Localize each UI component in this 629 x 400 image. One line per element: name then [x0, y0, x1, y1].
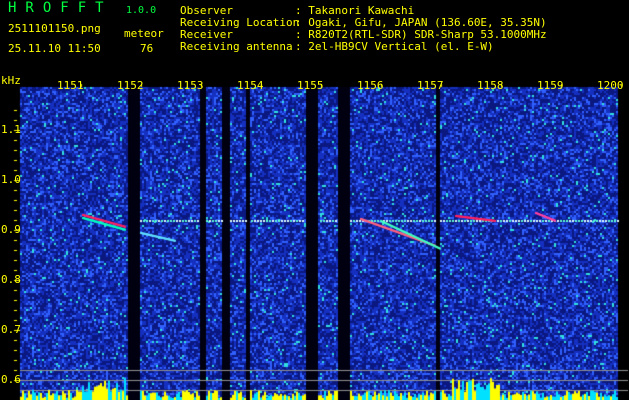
y-tick-label: 0.9 — [1, 223, 21, 236]
y-tick-label: 1.1 — [1, 123, 21, 136]
x-tick-label: 1200 — [597, 79, 624, 92]
meteor-label: meteor — [124, 27, 164, 40]
x-tick-label: 1153 — [177, 79, 204, 92]
y-tick-label: 0.6 — [1, 373, 21, 386]
x-tick-label: 1155 — [297, 79, 324, 92]
y-tick-label: 1.0 — [1, 173, 21, 186]
x-tick-label: 1152 — [117, 79, 144, 92]
info-value: 2el-HB9CV Vertical (el. E-W) — [308, 40, 494, 53]
app-version: 1.0.0 — [126, 5, 157, 16]
spectrogram — [0, 0, 629, 400]
x-tick-label: 1154 — [237, 79, 264, 92]
info-value-row: : 2el-HB9CV Vertical (el. E-W) — [295, 40, 494, 53]
datetime: 25.11.10 11:50 — [8, 42, 101, 55]
y-axis-label: kHz — [1, 74, 21, 87]
y-tick-label: 0.7 — [1, 323, 21, 336]
info-label: Receiving antenna — [180, 40, 293, 53]
x-tick-label: 1159 — [537, 79, 564, 92]
x-tick-label: 1156 — [357, 79, 384, 92]
file-name: 2511101150.png — [8, 22, 101, 35]
meteor-count: 76 — [140, 42, 154, 55]
x-tick-label: 1157 — [417, 79, 444, 92]
app-title: HROFFT — [8, 0, 113, 16]
x-tick-label: 1158 — [477, 79, 504, 92]
y-tick-label: 0.8 — [1, 273, 21, 286]
x-tick-label: 1151 — [57, 79, 84, 92]
